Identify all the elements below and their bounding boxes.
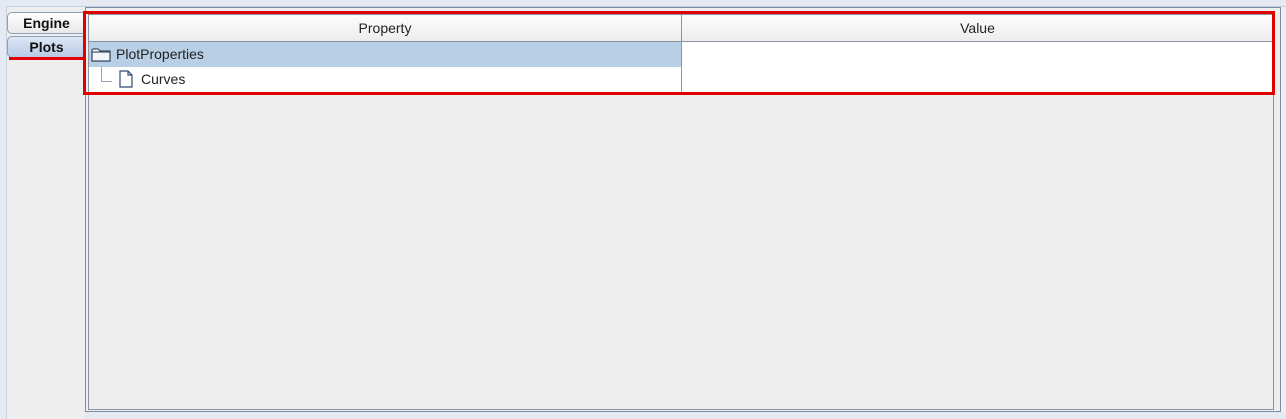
tab-engine[interactable]: Engine (7, 12, 85, 34)
value-cell[interactable] (682, 42, 1273, 67)
table-row-plotproperties[interactable]: PlotProperties (89, 42, 1273, 68)
column-header-property[interactable]: Property (89, 15, 682, 41)
window-bottom-strip (85, 412, 1286, 419)
tab-strip (7, 7, 85, 419)
tab-plots-annotation-underline (9, 57, 85, 60)
window-top-strip (0, 0, 1286, 7)
row-label: Curves (141, 71, 186, 87)
property-table: Property Value PlotProperties Curves (88, 14, 1274, 410)
row-label: PlotProperties (116, 46, 204, 62)
folder-icon (91, 48, 111, 62)
document-icon (119, 70, 133, 88)
property-cell[interactable]: PlotProperties (89, 42, 682, 67)
tab-plots[interactable]: Plots (7, 36, 85, 58)
tree-connector-line (101, 67, 112, 82)
table-header: Property Value (89, 15, 1273, 42)
table-row-curves[interactable]: Curves (89, 67, 1273, 93)
value-cell[interactable] (682, 67, 1273, 92)
window-left-edge (0, 6, 7, 419)
property-cell[interactable]: Curves (89, 67, 682, 92)
column-header-value[interactable]: Value (682, 15, 1273, 41)
